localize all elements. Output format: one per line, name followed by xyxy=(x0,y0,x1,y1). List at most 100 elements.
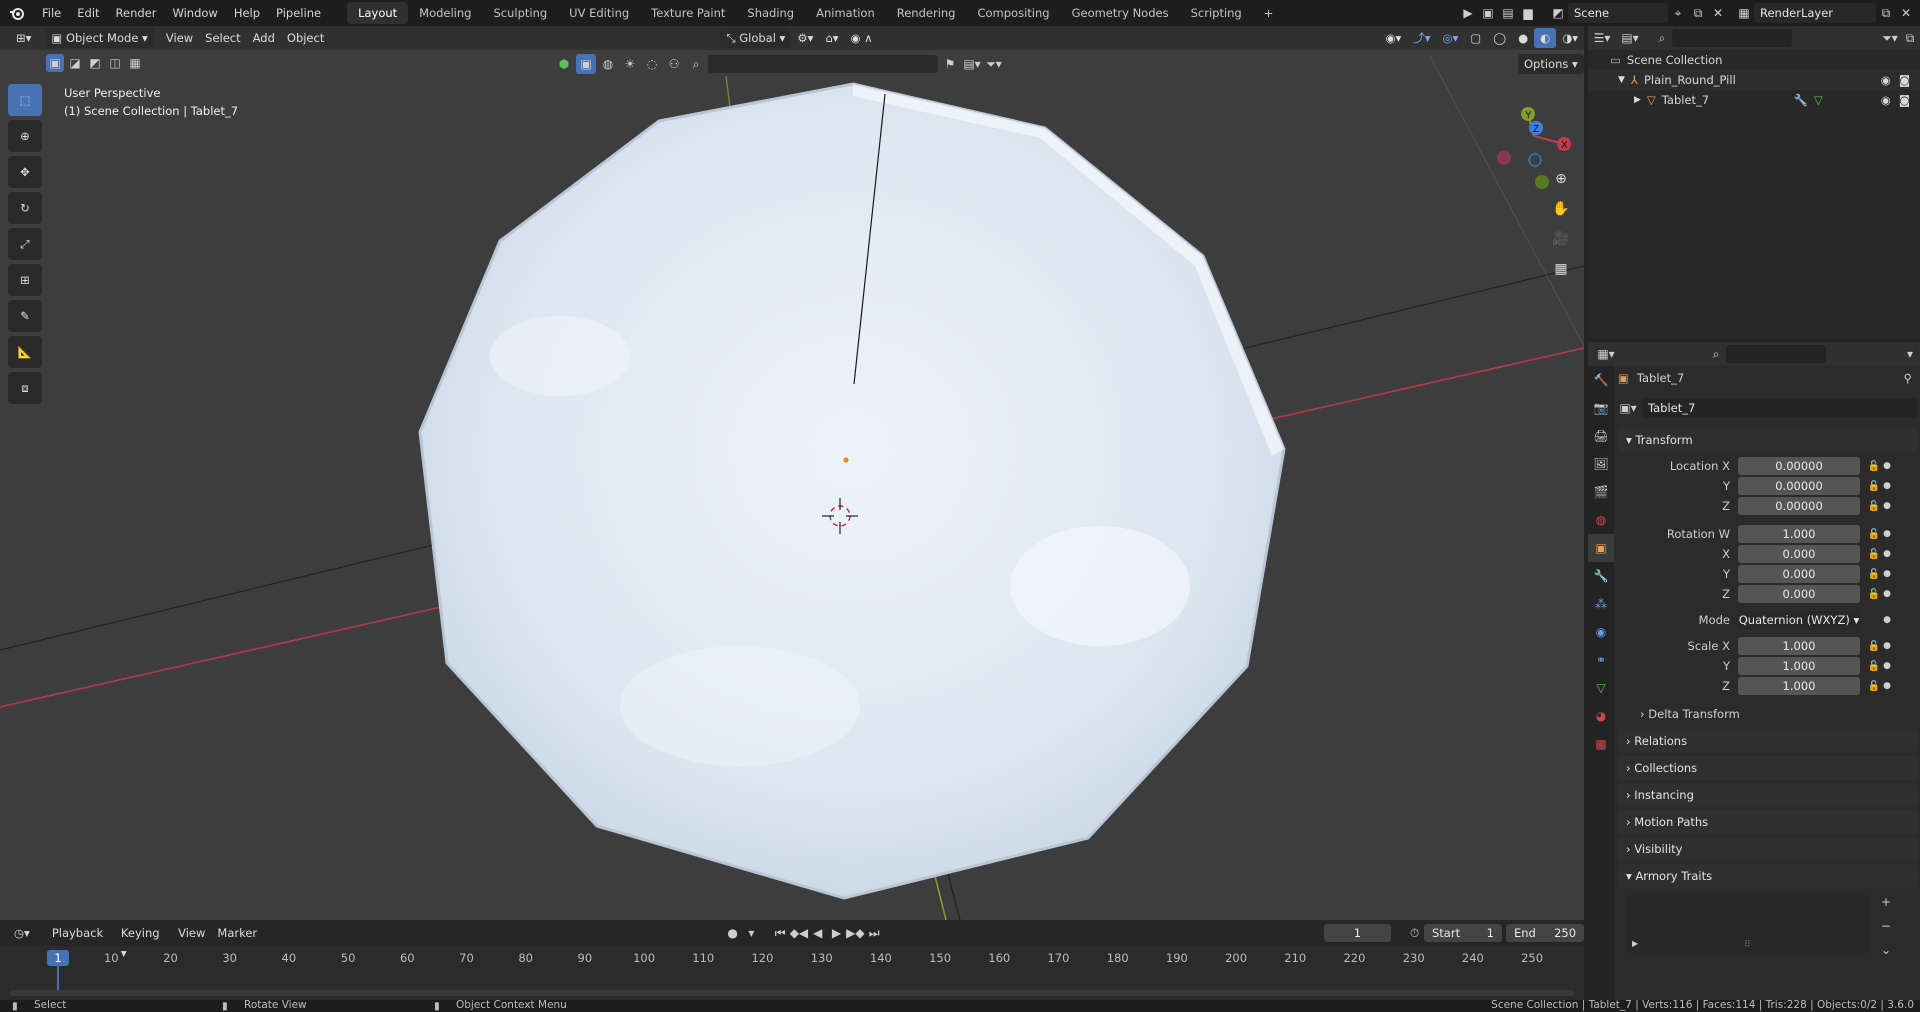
scale-z-field[interactable]: 1.000 xyxy=(1738,677,1860,695)
timeline-editor-icon[interactable]: ◷▾ xyxy=(8,923,36,943)
select-box-tool-icon[interactable]: ⬚ xyxy=(8,84,42,116)
tab-shading[interactable]: Shading xyxy=(736,2,805,24)
grid-view-icon[interactable]: ▦ xyxy=(1548,256,1574,282)
keyframe-dot-icon[interactable]: ● xyxy=(1882,569,1892,579)
delta-transform-subpanel[interactable]: › Delta Transform xyxy=(1618,702,1918,726)
tab-layout[interactable]: Layout xyxy=(347,2,409,24)
render-tab-icon[interactable]: 📷 xyxy=(1588,394,1614,422)
lock-icon[interactable]: 🔓 xyxy=(1866,681,1882,692)
properties-search-icon[interactable]: ⌕ xyxy=(1706,344,1726,364)
mesh-data-icon[interactable]: ▽ xyxy=(1814,93,1823,107)
xray-icon[interactable]: ▢ xyxy=(1464,28,1487,48)
zoom-icon[interactable]: ⊕ xyxy=(1548,166,1574,192)
instancing-panel-header[interactable]: › Instancing xyxy=(1618,783,1918,807)
menu-timeline-view[interactable]: View xyxy=(172,923,211,943)
keyframe-dot-icon[interactable]: ● xyxy=(1882,461,1892,471)
camera-filter-icon[interactable]: ◌ xyxy=(642,54,662,74)
select-intersect-icon[interactable]: ▦ xyxy=(126,54,144,72)
location-x-field[interactable]: 0.00000 xyxy=(1738,457,1860,475)
add-trait-icon[interactable]: + xyxy=(1876,892,1896,912)
keyframe-dot-icon[interactable]: ● xyxy=(1882,549,1892,559)
search-icon[interactable]: ⌕ xyxy=(686,54,706,74)
outliner-row-plain-round-pill[interactable]: ▼ ⅄ Plain_Round_Pill ◉ ◙ xyxy=(1588,70,1920,90)
current-frame-field[interactable]: 1 xyxy=(1323,924,1392,942)
outliner-editor-icon[interactable]: ☰▾ xyxy=(1592,28,1612,48)
relations-panel-header[interactable]: › Relations xyxy=(1618,729,1918,753)
gizmo-icon[interactable]: ⤴▾ xyxy=(1407,28,1436,48)
texture-tab-icon[interactable]: ▩ xyxy=(1588,730,1614,758)
light-filter-icon[interactable]: ☀ xyxy=(620,54,640,74)
object-tab-icon[interactable]: ▣ xyxy=(1588,534,1614,562)
playhead[interactable]: 1 xyxy=(47,950,69,966)
lock-icon[interactable]: 🔓 xyxy=(1866,461,1882,472)
keyframe-dot-icon[interactable]: ● xyxy=(1882,589,1892,599)
visibility-icon[interactable]: ◉▾ xyxy=(1379,28,1407,48)
pin-icon[interactable]: ⚲ xyxy=(1904,371,1912,385)
rotation-w-field[interactable]: 1.000 xyxy=(1738,525,1860,543)
start-frame-field[interactable]: Start 1 xyxy=(1423,924,1502,942)
layout-icon[interactable]: ▤▾ xyxy=(962,54,982,74)
measure-tool-icon[interactable]: 📐 xyxy=(8,336,42,368)
modifier-wrench-icon[interactable]: 🔧 xyxy=(1794,93,1808,107)
menu-playback[interactable]: Playback ▾ xyxy=(46,923,115,960)
annotate-tool-icon[interactable]: ✎ xyxy=(8,300,42,332)
armory-traits-panel-header[interactable]: ▾ Armory Traits xyxy=(1618,864,1918,888)
new-scene-icon[interactable]: ⧉ xyxy=(1688,3,1708,23)
location-z-field[interactable]: 0.00000 xyxy=(1738,497,1860,515)
select-difference-icon[interactable]: ◫ xyxy=(106,54,124,72)
scale-y-field[interactable]: 1.000 xyxy=(1738,657,1860,675)
motion-paths-panel-header[interactable]: › Motion Paths xyxy=(1618,810,1918,834)
preview-range-icon[interactable]: ⏱ xyxy=(1405,923,1424,943)
select-new-icon[interactable]: ▣ xyxy=(46,54,64,72)
material-tab-icon[interactable]: ◕ xyxy=(1588,702,1614,730)
play-icon[interactable]: ▶ xyxy=(1458,3,1478,23)
particles-tab-icon[interactable]: ⁂ xyxy=(1588,590,1614,618)
object-types-icon[interactable]: ⬢ xyxy=(554,54,574,74)
lock-icon[interactable]: 🔓 xyxy=(1866,549,1882,560)
physics-tab-icon[interactable]: ◉ xyxy=(1588,618,1614,646)
rotation-y-field[interactable]: 0.000 xyxy=(1738,565,1860,583)
blender-logo-icon[interactable] xyxy=(0,5,34,21)
lock-icon[interactable]: 🔓 xyxy=(1866,501,1882,512)
trait-menu-icon[interactable]: ⌄ xyxy=(1876,940,1896,960)
add-cube-tool-icon[interactable]: ⧈ xyxy=(8,372,42,404)
view-layer-field[interactable]: RenderLayer xyxy=(1754,3,1876,23)
modifier-tab-icon[interactable]: 🔧 xyxy=(1588,562,1614,590)
constraints-tab-icon[interactable]: ⚭ xyxy=(1588,646,1614,674)
lock-icon[interactable]: 🔓 xyxy=(1866,641,1882,652)
menu-window[interactable]: Window xyxy=(164,0,225,26)
prev-keyframe-icon[interactable]: ◆◀ xyxy=(790,923,809,943)
tab-uv-editing[interactable]: UV Editing xyxy=(558,2,640,24)
folder-icon[interactable]: ▆ xyxy=(1518,3,1538,23)
select-subtract-icon[interactable]: ◩ xyxy=(86,54,104,72)
rendered-shading-icon[interactable]: ◑▾ xyxy=(1556,28,1584,48)
overlays-icon[interactable]: ◎▾ xyxy=(1437,28,1465,48)
visibility-eye-icon[interactable]: ◉ xyxy=(1881,93,1891,107)
location-y-field[interactable]: 0.00000 xyxy=(1738,477,1860,495)
move-tool-icon[interactable]: ✥ xyxy=(8,156,42,188)
properties-editor-icon[interactable]: ▦▾ xyxy=(1596,344,1616,364)
keyframe-dot-icon[interactable]: ● xyxy=(1882,501,1892,511)
tab-compositing[interactable]: Compositing xyxy=(966,2,1060,24)
scene-tab-icon[interactable]: 🎬 xyxy=(1588,478,1614,506)
outliner-row-tablet-7[interactable]: ▶ ▽ Tablet_7 🔧 ▽ ◉ ◙ xyxy=(1588,90,1920,110)
list-expand-icon[interactable]: ▶ xyxy=(1632,939,1638,948)
outliner-row-scene-collection[interactable]: ▭ Scene Collection xyxy=(1588,50,1920,70)
pan-hand-icon[interactable]: ✋ xyxy=(1548,196,1574,222)
outliner-search-icon[interactable]: ⌕ xyxy=(1652,28,1672,48)
properties-search-input[interactable] xyxy=(1726,345,1826,363)
render-image-icon[interactable]: ▣ xyxy=(1478,3,1498,23)
auto-keying-icon[interactable]: ● xyxy=(723,923,742,943)
snap-icon[interactable]: ⌂▾ xyxy=(819,28,844,48)
bookmark-icon[interactable]: ⚑ xyxy=(940,54,960,74)
keyframe-dot-icon[interactable]: ● xyxy=(1882,615,1892,625)
options-dropdown[interactable]: Options ▾ xyxy=(1518,54,1584,74)
jump-end-icon[interactable]: ⏭ xyxy=(865,923,884,943)
view-layer-icon[interactable]: ▦ xyxy=(1734,3,1754,23)
render-animation-icon[interactable]: ▤ xyxy=(1498,3,1518,23)
end-frame-field[interactable]: End 250 xyxy=(1506,924,1585,942)
expand-arrow-icon[interactable]: ▼ xyxy=(1618,75,1625,85)
expand-arrow-icon[interactable]: ▶ xyxy=(1634,95,1641,105)
outliner-filter-icon[interactable]: ⏷▾ xyxy=(1880,28,1900,48)
material-shading-icon[interactable]: ◐ xyxy=(1534,28,1557,48)
